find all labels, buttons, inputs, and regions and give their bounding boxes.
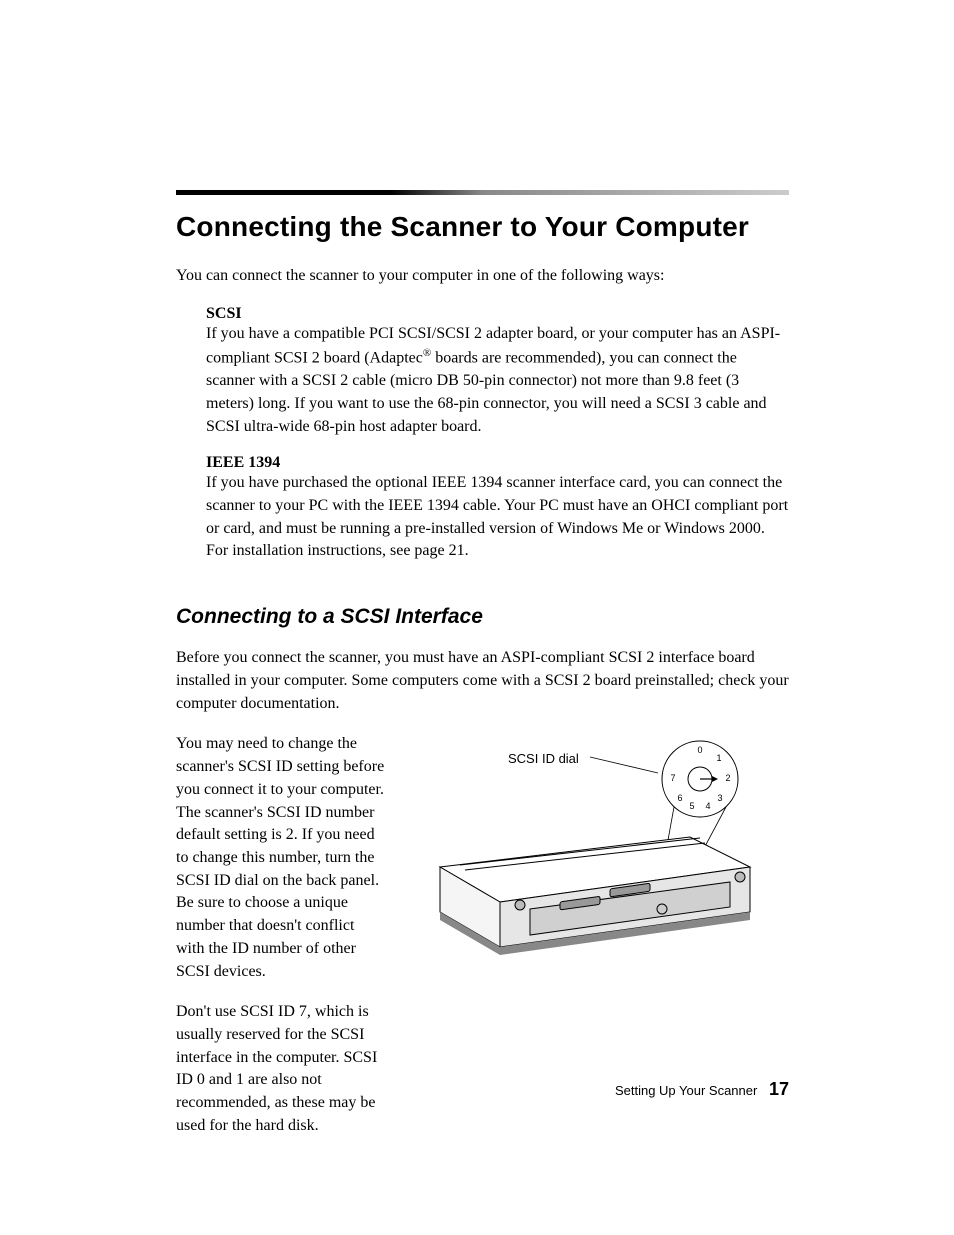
footer-page-number: 17: [769, 1079, 789, 1099]
subheading: Connecting to a SCSI Interface: [176, 605, 789, 629]
scsi-title: SCSI: [206, 305, 789, 323]
page-footer: Setting Up Your Scanner 17: [615, 1079, 789, 1100]
scanner-figure: SCSI ID dial 0 1 2 3 4 5 6: [410, 737, 780, 987]
ieee-title: IEEE 1394: [206, 454, 789, 472]
dial-num-4: 4: [705, 801, 710, 811]
section-rule: [176, 190, 789, 195]
ieee-body: If you have purchased the optional IEEE …: [206, 472, 789, 563]
dial-num-6: 6: [677, 793, 682, 803]
intro-text: You can connect the scanner to your comp…: [176, 265, 789, 287]
scsi-body: If you have a compatible PCI SCSI/SCSI 2…: [206, 323, 789, 438]
left-para-1: You may need to change the scanner's SCS…: [176, 733, 386, 983]
page-heading: Connecting the Scanner to Your Computer: [176, 211, 789, 243]
footer-section: Setting Up Your Scanner: [615, 1083, 757, 1098]
dial-num-3: 3: [717, 793, 722, 803]
dial-num-2: 2: [725, 773, 730, 783]
scsi-block: SCSI If you have a compatible PCI SCSI/S…: [206, 305, 789, 438]
dial-num-1: 1: [716, 753, 721, 763]
scanner-illustration: 0 1 2 3 4 5 6 7: [410, 737, 780, 987]
dial-num-7: 7: [670, 773, 675, 783]
dial-num-5: 5: [689, 801, 694, 811]
left-para-2: Don't use SCSI ID 7, which is usually re…: [176, 1001, 386, 1137]
ieee-block: IEEE 1394 If you have purchased the opti…: [206, 454, 789, 563]
registered-symbol: ®: [423, 347, 431, 359]
dial-num-0: 0: [697, 745, 702, 755]
sub-intro: Before you connect the scanner, you must…: [176, 647, 789, 715]
